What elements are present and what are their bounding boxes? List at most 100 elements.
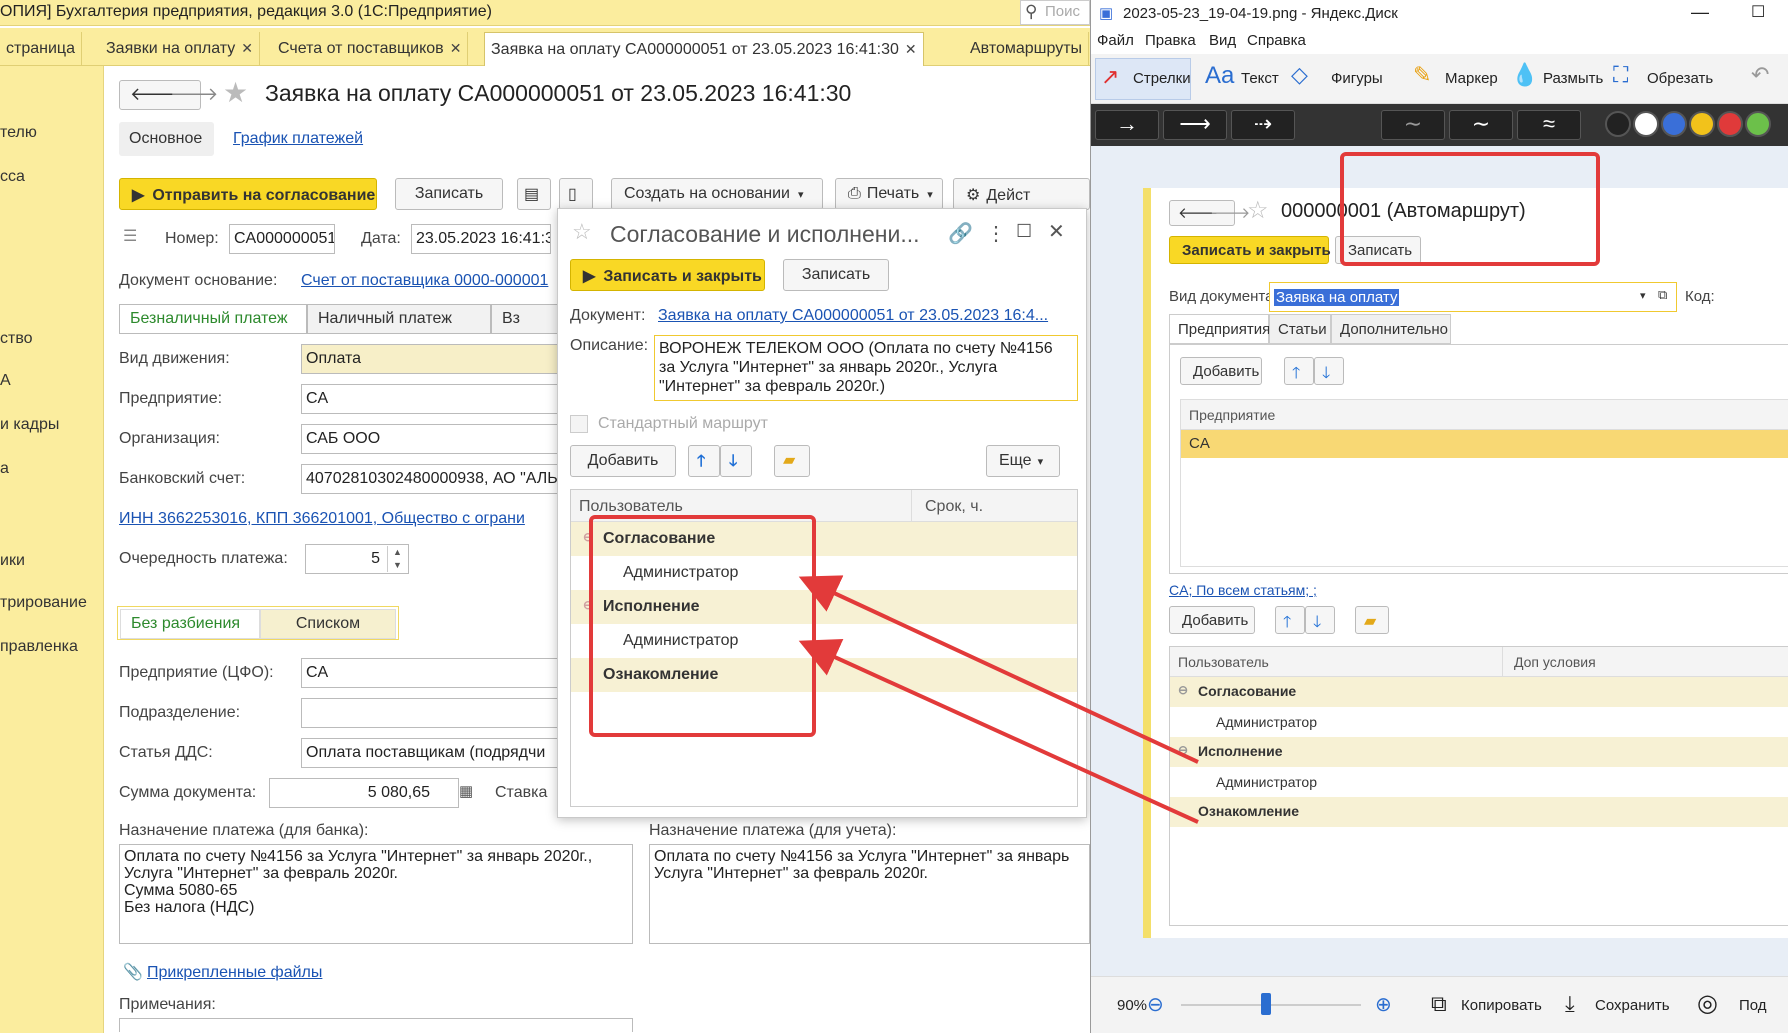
close-icon[interactable]: ✕ (450, 40, 462, 56)
tab-supplier-invoices[interactable]: Счета от поставщиков ✕ (272, 32, 469, 66)
zoom-slider-handle[interactable] (1261, 993, 1271, 1015)
structure-icon[interactable]: ▤ (517, 178, 551, 210)
print-button[interactable]: ⎙ Печать ▾ (835, 178, 943, 210)
mutual-payment-toggle[interactable]: Вз (491, 304, 561, 334)
cash-payment-toggle[interactable]: Наличный платеж (307, 304, 491, 334)
crop-tool-icon[interactable]: ⛶ (1613, 62, 1628, 88)
collapse-icon[interactable]: ⊖ (583, 530, 593, 544)
doc-type-field[interactable]: Заявка на оплату ▾ ⧉ (1269, 282, 1677, 312)
tab-additional[interactable]: Дополнительно (1331, 314, 1451, 344)
color-swatch-red[interactable] (1717, 111, 1743, 137)
menu-file[interactable]: Файл (1097, 32, 1134, 49)
stroke-medium[interactable]: ∼ (1449, 110, 1513, 140)
add-button[interactable]: Добавить (1169, 606, 1255, 634)
cashless-payment-toggle[interactable]: Безналичный платеж (119, 304, 307, 334)
purpose-accounting-textarea[interactable]: Оплата по счету №4156 за Услуга "Интерне… (649, 844, 1090, 944)
calculator-icon[interactable]: ▦ (459, 782, 473, 800)
document-link[interactable]: Заявка на оплату CA000000051 от 23.05.20… (658, 307, 1078, 325)
subtab-main[interactable]: Основное (119, 122, 214, 156)
tool-marker[interactable]: Маркер (1445, 70, 1498, 87)
marker-tool-icon[interactable]: ✎ (1413, 62, 1431, 88)
doc-sum-field[interactable]: 5 080,65 (269, 778, 459, 808)
menu-view[interactable]: Вид (1209, 32, 1236, 49)
table-row[interactable]: Администратор (571, 624, 1077, 658)
cfo-field[interactable]: CA (301, 658, 561, 688)
sidebar-item[interactable]: А (0, 372, 11, 390)
cash-flow-item-field[interactable]: Оплата поставщикам (подрядчи (301, 738, 561, 768)
tool-crop[interactable]: Обрезать (1647, 70, 1713, 87)
menu-help[interactable]: Справка (1247, 32, 1306, 49)
tab-auto-routes[interactable]: Автомаршруты (964, 32, 1090, 66)
collapse-icon[interactable]: ⊖ (1178, 743, 1188, 757)
zoom-slider-track[interactable] (1181, 1004, 1361, 1006)
forward-arrow-icon[interactable]: 🡒 (170, 84, 218, 105)
close-icon[interactable]: ✕ (1048, 219, 1065, 244)
table-row[interactable]: CA (1181, 430, 1788, 458)
zoom-in-icon[interactable]: ⊕ (1375, 992, 1392, 1017)
move-up-icon[interactable]: 🡑 (1275, 606, 1305, 634)
history-icon[interactable]: ☰ (123, 226, 137, 246)
save-and-close-button[interactable]: ▶ Записать и закрыть (570, 259, 765, 291)
no-split-toggle[interactable]: Без разбиения (120, 609, 260, 639)
blur-tool-icon[interactable]: 💧 (1511, 62, 1538, 88)
arrow-tool-icon[interactable]: ↗ (1101, 64, 1119, 90)
priority-stepper[interactable]: ▲ ▼ (387, 546, 407, 572)
department-field[interactable] (301, 698, 561, 728)
link-icon[interactable]: 🔗 (948, 221, 973, 246)
shapes-tool-icon[interactable]: ◇ (1291, 62, 1308, 88)
list-split-toggle[interactable]: Списком (260, 609, 396, 639)
table-row[interactable]: Ознакомление (571, 658, 1077, 692)
close-icon[interactable]: ✕ (241, 40, 253, 56)
tool-blur[interactable]: Размыть (1543, 70, 1603, 87)
add-button[interactable]: Добавить (570, 445, 676, 477)
share-button[interactable]: Под (1739, 997, 1767, 1014)
table-row[interactable]: ⊖ Исполнение (571, 590, 1077, 624)
move-up-icon[interactable]: 🡑 (688, 445, 720, 477)
move-down-icon[interactable]: 🡓 (720, 445, 752, 477)
attached-files-link[interactable]: Прикрепленные файлы (147, 964, 322, 982)
color-swatch-blue[interactable] (1661, 111, 1687, 137)
stroke-thin[interactable]: ∼ (1381, 110, 1445, 140)
purpose-bank-textarea[interactable]: Оплата по счету №4156 за Услуга "Интерне… (119, 844, 633, 944)
basis-doc-link[interactable]: Счет от поставщика 0000-000001 (301, 272, 548, 290)
tab-payment-request-active[interactable]: Заявка на оплату CA000000051 от 23.05.20… (484, 32, 924, 67)
sidebar-item[interactable]: ство (0, 330, 33, 348)
open-icon[interactable]: ⧉ (1658, 287, 1667, 303)
table-row[interactable]: Администратор (1170, 767, 1788, 797)
table-row[interactable]: ⊖ Исполнение (1170, 737, 1788, 767)
table-row[interactable]: ⊖ Согласование (571, 522, 1077, 556)
color-swatch-yellow[interactable] (1689, 111, 1715, 137)
collapse-icon[interactable]: ⊖ (1178, 683, 1188, 697)
collapse-icon[interactable]: ⊖ (583, 598, 593, 612)
movement-type-field[interactable]: Оплата (301, 344, 561, 374)
more-vertical-icon[interactable]: ⋮ (986, 221, 1006, 246)
enterprise-field[interactable]: CA (301, 384, 561, 414)
move-up-icon[interactable]: 🡑 (1284, 357, 1314, 385)
number-field[interactable]: CA000000051 (229, 224, 335, 254)
table-row[interactable]: Ознакомление (1170, 797, 1788, 827)
save-button[interactable]: Сохранить (1595, 997, 1670, 1014)
share-icon[interactable]: ◎ (1697, 989, 1718, 1018)
tool-text[interactable]: Текст (1241, 70, 1279, 87)
stroke-thick[interactable]: ≈ (1517, 110, 1581, 140)
tool-arrows[interactable]: Стрелки (1133, 70, 1191, 87)
document-icon[interactable]: ▯ (559, 178, 593, 210)
sidebar-item[interactable]: правленка (0, 638, 78, 656)
color-swatch-white[interactable] (1633, 111, 1659, 137)
tab-payment-requests[interactable]: Заявки на оплату ✕ (100, 32, 260, 66)
standard-route-checkbox[interactable] (570, 415, 588, 433)
add-button[interactable]: Добавить (1180, 357, 1262, 385)
menu-edit[interactable]: Правка (1145, 32, 1196, 49)
save-button[interactable]: Записать (395, 178, 503, 210)
arrow-style-straight[interactable]: → (1095, 110, 1159, 140)
sidebar-item[interactable]: ики (0, 552, 25, 570)
favorite-star-icon[interactable]: ★ (223, 76, 248, 109)
save-button[interactable]: Записать (1335, 236, 1421, 264)
table-row[interactable]: ⊖ Согласование (1170, 677, 1788, 707)
description-textarea[interactable]: ВОРОНЕЖ ТЕЛЕКОМ ООО (Оплата по счету №41… (654, 335, 1078, 401)
zoom-out-icon[interactable]: ⊖ (1147, 992, 1164, 1017)
date-field[interactable]: 23.05.2023 16:41:3 (411, 224, 551, 254)
minimize-icon[interactable]: — (1691, 2, 1709, 23)
sidebar-item[interactable]: трирование (0, 594, 87, 612)
notes-textarea[interactable] (119, 1018, 633, 1032)
